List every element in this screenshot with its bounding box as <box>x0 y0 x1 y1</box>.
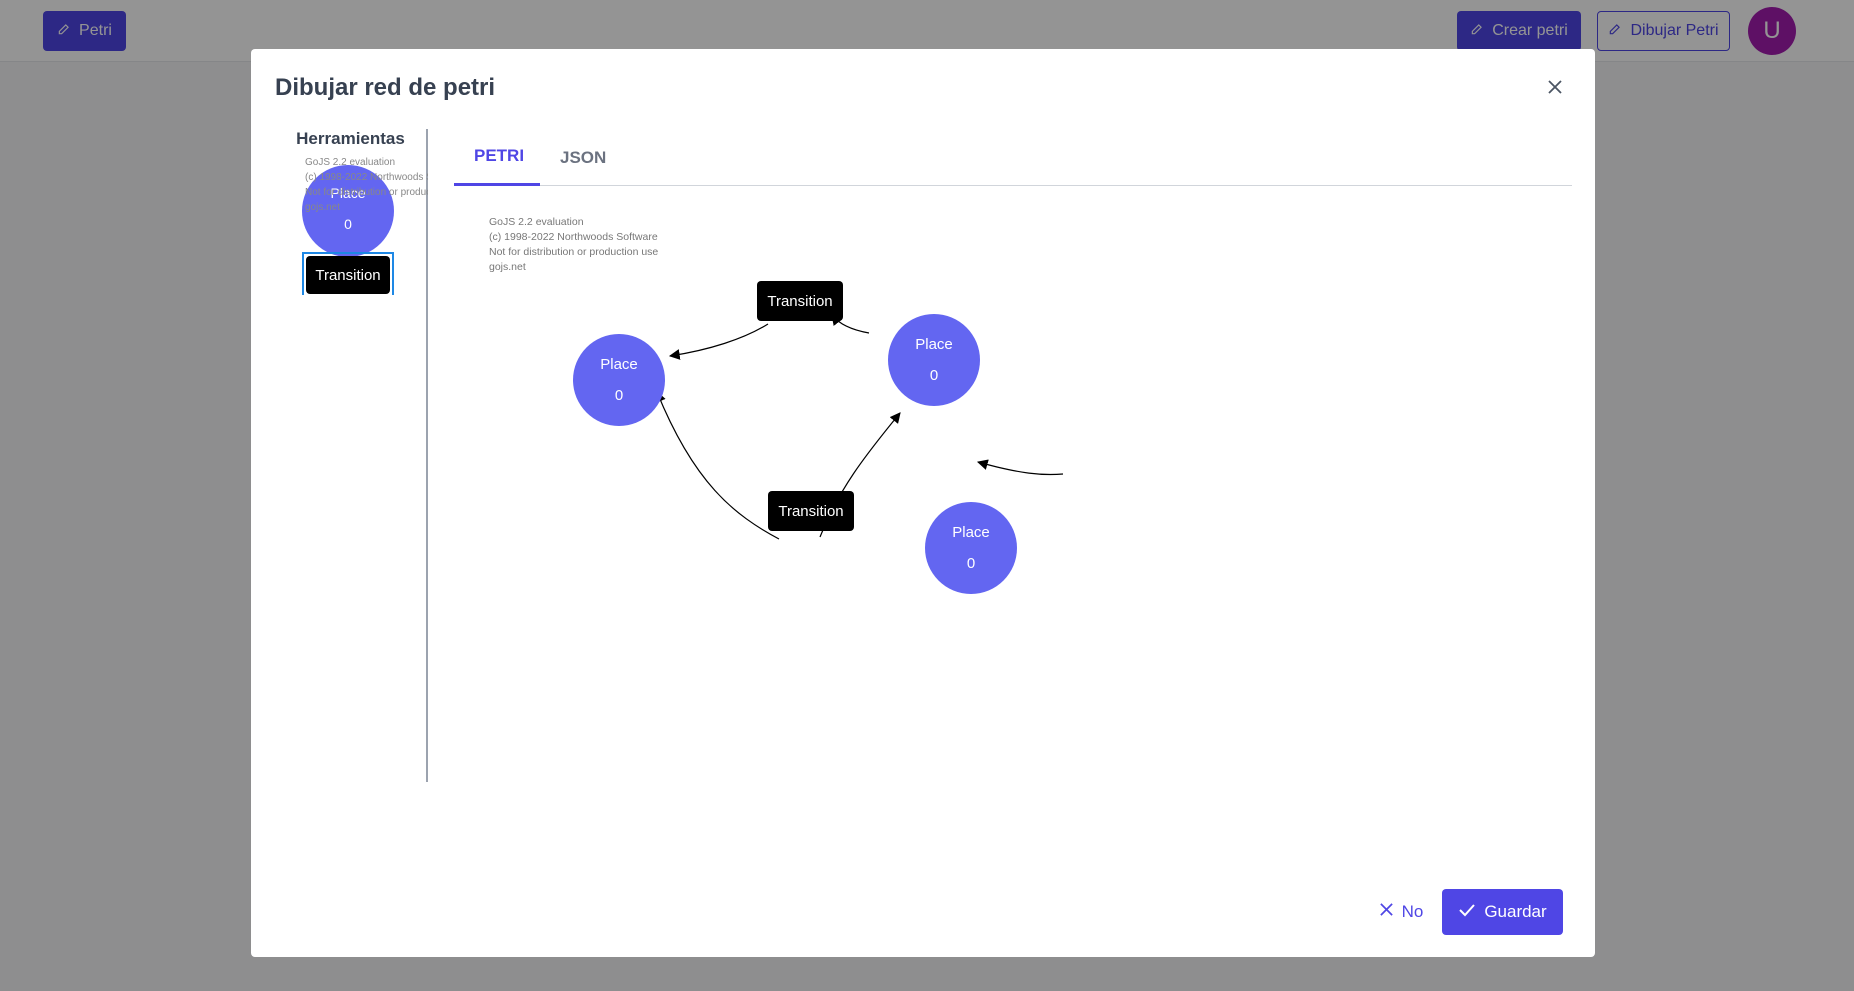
transition-node-2[interactable]: Transition <box>768 491 854 531</box>
modal-title: Dibujar red de petri <box>275 74 496 101</box>
palette-transition-selection[interactable]: Transition <box>302 252 394 295</box>
place-node-3[interactable]: Place 0 <box>925 502 1017 594</box>
palette-transition-node[interactable]: Transition <box>306 256 390 294</box>
save-label: Guardar <box>1484 902 1547 921</box>
place-label: Place <box>952 524 990 541</box>
close-icon[interactable] <box>1543 75 1567 99</box>
arc-p3-t2-visible <box>976 459 1064 476</box>
place-token-count: 0 <box>929 367 939 384</box>
check-icon <box>1458 901 1476 924</box>
draw-petri-modal: Dibujar red de petri Herramientas Place … <box>251 49 1595 957</box>
place-token-count: 0 <box>344 216 352 232</box>
save-button[interactable]: Guardar <box>1442 889 1563 935</box>
x-icon <box>1379 902 1394 922</box>
tools-panel: Herramientas Place 0 GoJS 2.2 evaluation… <box>275 129 428 782</box>
tab-petri[interactable]: PETRI <box>454 129 540 186</box>
tools-palette: Place 0 GoJS 2.2 evaluation (c) 1998-202… <box>275 155 428 295</box>
transition-node-1[interactable]: Transition <box>757 281 843 321</box>
place-token-count: 0 <box>966 555 976 572</box>
place-node-1[interactable]: Place 0 <box>573 334 665 426</box>
cancel-label: No <box>1401 902 1424 921</box>
place-token-count: 0 <box>614 387 624 404</box>
cancel-button[interactable]: No <box>1366 889 1436 935</box>
tools-title: Herramientas <box>296 129 405 148</box>
tab-json[interactable]: JSON <box>540 129 626 186</box>
arc-t1-p1 <box>668 323 769 360</box>
view-tabs: PETRI JSON <box>454 129 1572 186</box>
petri-diagram-canvas[interactable]: GoJS 2.2 evaluation (c) 1998-2022 Northw… <box>454 187 1572 782</box>
gojs-evaluation-notice: GoJS 2.2 evaluation (c) 1998-2022 Northw… <box>305 157 428 213</box>
place-label: Place <box>600 356 638 373</box>
arc-layer <box>655 314 1064 540</box>
place-label: Place <box>915 336 953 353</box>
place-node-2[interactable]: Place 0 <box>888 314 980 406</box>
arc-t2-p1 <box>655 390 780 540</box>
